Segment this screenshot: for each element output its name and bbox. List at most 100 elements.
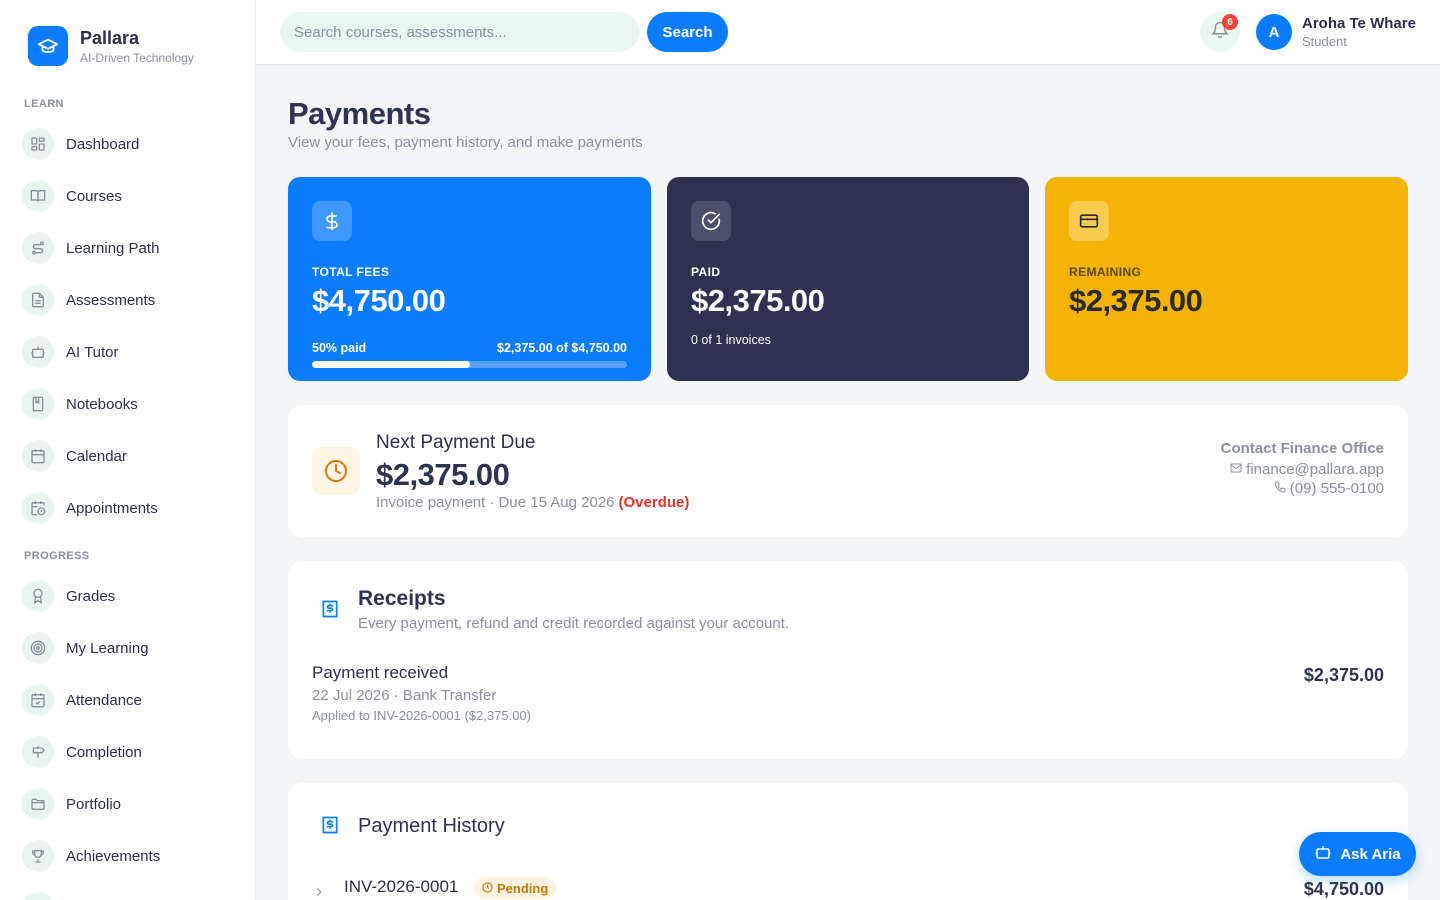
sidebar-item-label: Learning Path xyxy=(66,239,160,257)
sidebar-item-my-learning[interactable]: My Learning xyxy=(22,632,149,664)
sidebar-item-calendar[interactable]: Calendar xyxy=(22,440,127,472)
calendar-icon xyxy=(22,440,54,472)
payment-progress-bar xyxy=(312,361,627,368)
dollar-icon xyxy=(312,201,352,241)
credit-card-icon xyxy=(1069,201,1109,241)
progress-detail: $2,375.00 of $4,750.00 xyxy=(497,341,627,355)
page-title: Payments xyxy=(288,96,431,131)
finance-contact: Contact Finance Office finance@pallara.a… xyxy=(1221,440,1384,497)
book-open-icon xyxy=(22,180,54,212)
brand[interactable]: Pallara AI-Driven Technology xyxy=(28,26,194,66)
brand-tagline: AI-Driven Technology xyxy=(80,51,194,65)
invoice-amount: $4,750.00 xyxy=(1303,879,1384,899)
receipt-applied: Applied to INV-2026-0001 ($2,375.00) xyxy=(312,708,531,723)
contact-email: finance@pallara.app xyxy=(1246,461,1384,478)
sidebar-item-label: My Learning xyxy=(66,639,149,657)
top-bar: Search 6 A Aroha Te Whare Student xyxy=(256,0,1440,65)
sidebar-item-label: Achievements xyxy=(66,847,161,865)
calendar-clock-icon xyxy=(22,492,54,524)
avatar: A xyxy=(1256,14,1292,50)
ask-aria-label: Ask Aria xyxy=(1340,845,1401,863)
sidebar-item-label: Calendar xyxy=(66,447,127,465)
sidebar-item-label: Grades xyxy=(66,587,116,605)
search-button[interactable]: Search xyxy=(647,12,728,52)
folder-icon xyxy=(22,788,54,820)
paid-label: PAID xyxy=(691,265,721,279)
payment-history-title: Payment History xyxy=(358,815,505,837)
sidebar-item-appointments[interactable]: Appointments xyxy=(22,492,158,524)
sidebar-item-label: Attendance xyxy=(66,691,142,709)
calendar-check-icon xyxy=(22,684,54,716)
contact-phone: (09) 555-0100 xyxy=(1289,480,1384,497)
file-text-icon xyxy=(22,284,54,316)
user-menu[interactable]: A Aroha Te Whare Student xyxy=(1256,14,1416,50)
remaining-value: $2,375.00 xyxy=(1069,283,1203,318)
notebook-icon xyxy=(22,388,54,420)
next-payment-meta: Invoice payment · Due 15 Aug 2026 (Overdu… xyxy=(376,494,689,511)
paid-note: 0 of 1 invoices xyxy=(691,333,771,347)
nav-icon xyxy=(22,892,54,900)
receipt-amount: $2,375.00 xyxy=(1303,665,1384,685)
sidebar-item-label: AI Tutor xyxy=(66,343,119,361)
receipts-card: Receipts Every payment, refund and credi… xyxy=(288,561,1408,759)
sidebar: Pallara AI-Driven Technology LEARN Dashb… xyxy=(0,0,256,900)
sidebar-item-label: Assessments xyxy=(66,291,156,309)
remaining-label: REMAINING xyxy=(1069,265,1142,279)
sidebar-item-achievements[interactable]: Achievements xyxy=(22,840,160,872)
award-icon xyxy=(22,580,54,612)
sidebar-item-notebooks[interactable]: Notebooks xyxy=(22,388,138,420)
sidebar-item-attendance[interactable]: Attendance xyxy=(22,684,142,716)
sidebar-item-learning-path[interactable]: Learning Path xyxy=(22,232,159,264)
ask-aria-button[interactable]: Ask Aria xyxy=(1299,832,1416,876)
contact-email-row[interactable]: finance@pallara.app xyxy=(1221,461,1384,478)
chevron-right-icon[interactable] xyxy=(312,885,326,900)
sidebar-item-portfolio[interactable]: Portfolio xyxy=(22,788,121,820)
user-name: Aroha Te Whare xyxy=(1302,15,1416,32)
mail-icon xyxy=(1230,461,1246,478)
next-payment-due-date: Invoice payment · Due 15 Aug 2026 xyxy=(376,494,615,511)
sidebar-item-label: Completion xyxy=(66,743,142,761)
sidebar-item-dashboard[interactable]: Dashboard xyxy=(22,128,139,160)
sidebar-item-assessments[interactable]: Assessments xyxy=(22,284,155,316)
payment-history-card: Payment History INV-2026-0001 Pending $4… xyxy=(288,783,1408,900)
receipt-meta: 22 Jul 2026 · Bank Transfer xyxy=(312,687,497,704)
sidebar-item-courses[interactable]: Courses xyxy=(22,180,122,212)
receipt-icon xyxy=(318,813,342,837)
phone-icon xyxy=(1274,480,1290,497)
grid-icon xyxy=(22,128,54,160)
search-input[interactable] xyxy=(280,12,639,52)
paid-value: $2,375.00 xyxy=(691,283,825,318)
sidebar-item-label: Notebooks xyxy=(66,395,138,413)
sidebar-item-grades[interactable]: Grades xyxy=(22,580,115,612)
paid-card: PAID $2,375.00 0 of 1 invoices xyxy=(667,177,1029,381)
progress-label: 50% paid xyxy=(312,341,367,355)
signpost-icon xyxy=(22,736,54,768)
receipts-title: Receipts xyxy=(358,587,446,610)
sidebar-item-label: Portfolio xyxy=(66,795,122,813)
invoice-row[interactable]: INV-2026-0001 Pending $4,750.00 xyxy=(312,875,1384,900)
check-circle-icon xyxy=(691,201,731,241)
contact-phone-row[interactable]: (09) 555-0100 xyxy=(1221,480,1384,497)
notification-badge: 6 xyxy=(1222,14,1238,30)
receipt-icon xyxy=(318,597,342,621)
notifications-button[interactable]: 6 xyxy=(1200,12,1240,52)
page-subtitle: View your fees, payment history, and mak… xyxy=(288,134,643,151)
graduation-cap-icon xyxy=(28,26,68,66)
status-badge: Pending xyxy=(474,877,557,899)
next-payment-card: Next Payment Due $2,375.00 Invoice payme… xyxy=(288,405,1408,537)
sidebar-item-completion[interactable]: Completion xyxy=(22,736,142,768)
route-icon xyxy=(22,232,54,264)
trophy-icon xyxy=(22,840,54,872)
target-icon xyxy=(22,632,54,664)
total-fees-card: TOTAL FEES $4,750.00 50% paid $2,375.00 … xyxy=(288,177,651,381)
status-label: Pending xyxy=(497,880,549,896)
clock-icon xyxy=(312,447,360,495)
overdue-status: (Overdue) xyxy=(618,494,690,511)
next-payment-amount: $2,375.00 xyxy=(376,457,510,492)
sidebar-item-ai-tutor[interactable]: AI Tutor xyxy=(22,336,119,368)
contact-title: Contact Finance Office xyxy=(1220,440,1384,457)
clock-icon xyxy=(482,881,497,896)
user-role: Student xyxy=(1302,34,1347,49)
sidebar-item-label: Appointments xyxy=(66,499,158,517)
sidebar-item-partial[interactable] xyxy=(22,892,54,900)
